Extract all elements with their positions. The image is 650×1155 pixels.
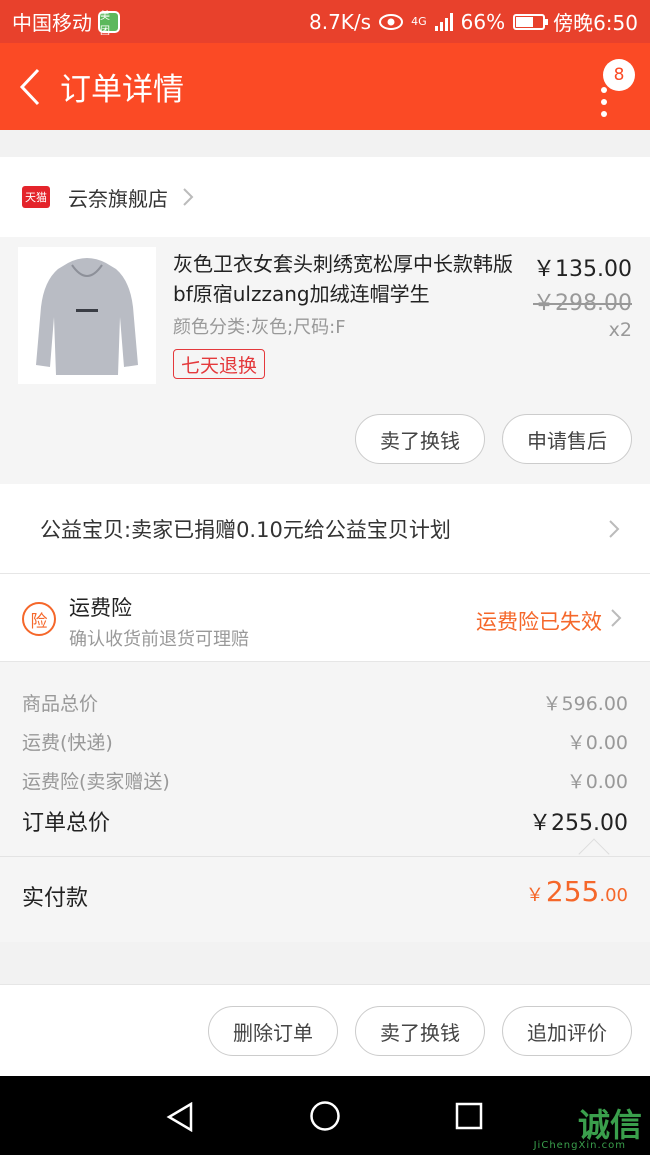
back-triangle-icon[interactable] xyxy=(166,1102,194,1132)
summary-value: ￥596.00 xyxy=(542,693,628,715)
summary-row: 商品总价 ￥596.00 xyxy=(22,689,628,716)
paid-currency: ￥ xyxy=(525,885,544,906)
sell-button[interactable]: 卖了换钱 xyxy=(355,414,485,464)
hoodie-image xyxy=(36,258,138,375)
chevron-right-icon xyxy=(611,609,622,627)
app-notification-icon: 美团 xyxy=(98,10,120,37)
delete-order-button[interactable]: 删除订单 xyxy=(208,1006,338,1056)
network-speed: 8.7K/s xyxy=(309,9,372,34)
order-total-value: ￥255.00 xyxy=(529,811,628,836)
insurance-title: 运费险 xyxy=(69,596,132,620)
bottom-action-bar: 删除订单 卖了换钱 追加评价 xyxy=(0,984,650,1076)
more-menu-button[interactable]: 8 xyxy=(590,59,635,125)
carrier-label: 中国移动 xyxy=(12,11,92,35)
after-sale-button[interactable]: 申请售后 xyxy=(502,414,632,464)
insurance-subtitle: 确认收货前退货可理赔 xyxy=(69,629,249,650)
return-policy-tag: 七天退换 xyxy=(173,349,266,379)
store-name: 云奈旗舰店 xyxy=(68,186,168,211)
message-badge: 8 xyxy=(603,59,635,91)
summary-value: ￥0.00 xyxy=(566,771,628,793)
order-total-label: 订单总价 xyxy=(22,811,111,836)
summary-value: ￥0.00 xyxy=(566,732,628,754)
product-quantity: x2 xyxy=(608,319,632,341)
shipping-insurance-row[interactable]: 险 运费险 确认收货前退货可理赔 运费险已失效 xyxy=(0,574,650,662)
header-bar: 订单详情 8 xyxy=(0,43,650,130)
paid-label: 实付款 xyxy=(22,886,89,911)
chevron-left-icon xyxy=(19,68,40,105)
summary-row: 运费(快递) ￥0.00 xyxy=(22,728,628,755)
home-circle-icon[interactable] xyxy=(309,1100,341,1132)
recents-square-icon[interactable] xyxy=(455,1102,483,1130)
product-original-price: ￥298.00 xyxy=(533,291,632,316)
add-review-button[interactable]: 追加评价 xyxy=(502,1006,632,1056)
product-price: ￥135.00 xyxy=(533,257,632,282)
summary-row: 运费险(卖家赠送) ￥0.00 xyxy=(22,767,628,794)
product-title[interactable]: 灰色卫衣女套头刺绣宽松厚中长款韩版bf原宿ulzzang加绒连帽学生 xyxy=(173,249,523,309)
store-row[interactable]: 天猫 云奈旗舰店 xyxy=(0,157,650,237)
eye-icon xyxy=(379,13,404,30)
charity-text: 公益宝贝:卖家已捐赠0.10元给公益宝贝计划 xyxy=(40,517,451,542)
insurance-icon: 险 xyxy=(22,602,56,636)
signal-icon xyxy=(434,12,453,31)
page-title: 订单详情 xyxy=(60,72,184,108)
product-card: 灰色卫衣女套头刺绣宽松厚中长款韩版bf原宿ulzzang加绒连帽学生 颜色分类:… xyxy=(0,237,650,484)
paid-amount: ￥ 255 .00 xyxy=(526,875,628,908)
order-summary: 商品总价 ￥596.00 运费(快递) ￥0.00 运费险(卖家赠送) ￥0.0… xyxy=(0,662,650,942)
more-dots-icon xyxy=(601,87,607,123)
sell-button[interactable]: 卖了换钱 xyxy=(355,1006,485,1056)
charity-row[interactable]: 公益宝贝:卖家已捐赠0.10元给公益宝贝计划 xyxy=(0,484,650,574)
battery-icon xyxy=(513,13,549,30)
tmall-icon: 天猫 xyxy=(22,186,50,208)
product-spec: 颜色分类:灰色;尺码:F xyxy=(173,317,346,338)
summary-label: 运费险(卖家赠送) xyxy=(22,771,170,793)
chevron-right-icon xyxy=(609,519,620,538)
battery-percent: 66% xyxy=(460,9,506,34)
caret-up-icon xyxy=(578,838,610,870)
insurance-status: 运费险已失效 xyxy=(476,610,602,634)
chevron-right-icon xyxy=(183,188,194,206)
paid-decimal: .00 xyxy=(599,885,628,906)
divider xyxy=(0,856,650,857)
summary-label: 运费(快递) xyxy=(22,732,113,754)
back-button[interactable] xyxy=(0,43,60,130)
product-image[interactable] xyxy=(18,247,156,384)
network-type: 4G xyxy=(411,15,427,28)
paid-integer: 255 xyxy=(545,875,600,908)
summary-label: 商品总价 xyxy=(22,693,99,715)
order-total-row: 订单总价 ￥255.00 xyxy=(22,805,628,837)
status-bar: 中国移动 美团 8.7K/s 4G 66% 傍晚6:50 xyxy=(0,0,650,43)
clock: 傍晚6:50 xyxy=(553,11,638,35)
watermark-url: JiChengXin.com xyxy=(533,1140,626,1151)
